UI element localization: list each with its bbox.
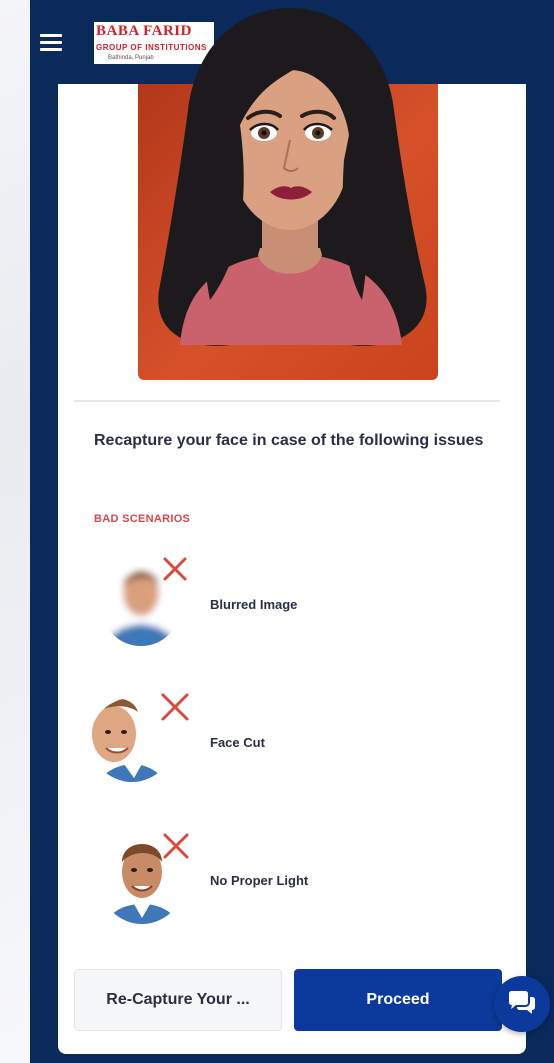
cross-icon [163,833,189,859]
proceed-button[interactable]: Proceed [294,969,502,1031]
chat-button[interactable] [494,976,550,1032]
scenario-label-no-light: No Proper Light [210,873,309,888]
blurred-image-example [96,548,206,658]
recapture-button[interactable]: Re-Capture Your ... [74,969,282,1031]
hamburger-menu-icon[interactable] [40,34,62,52]
cross-icon [163,557,187,581]
avatar-illustration [158,8,427,346]
section-divider [74,400,500,402]
cross-icon [161,693,189,721]
bad-scenarios-label: BAD SCENARIOS [94,513,191,525]
instructions-heading: Recapture your face in case of the follo… [94,432,484,449]
scenario-label-blurred: Blurred Image [210,597,298,612]
scenario-label-face-cut: Face Cut [210,735,265,750]
chat-icon [509,991,535,1014]
page-background [0,0,30,1063]
